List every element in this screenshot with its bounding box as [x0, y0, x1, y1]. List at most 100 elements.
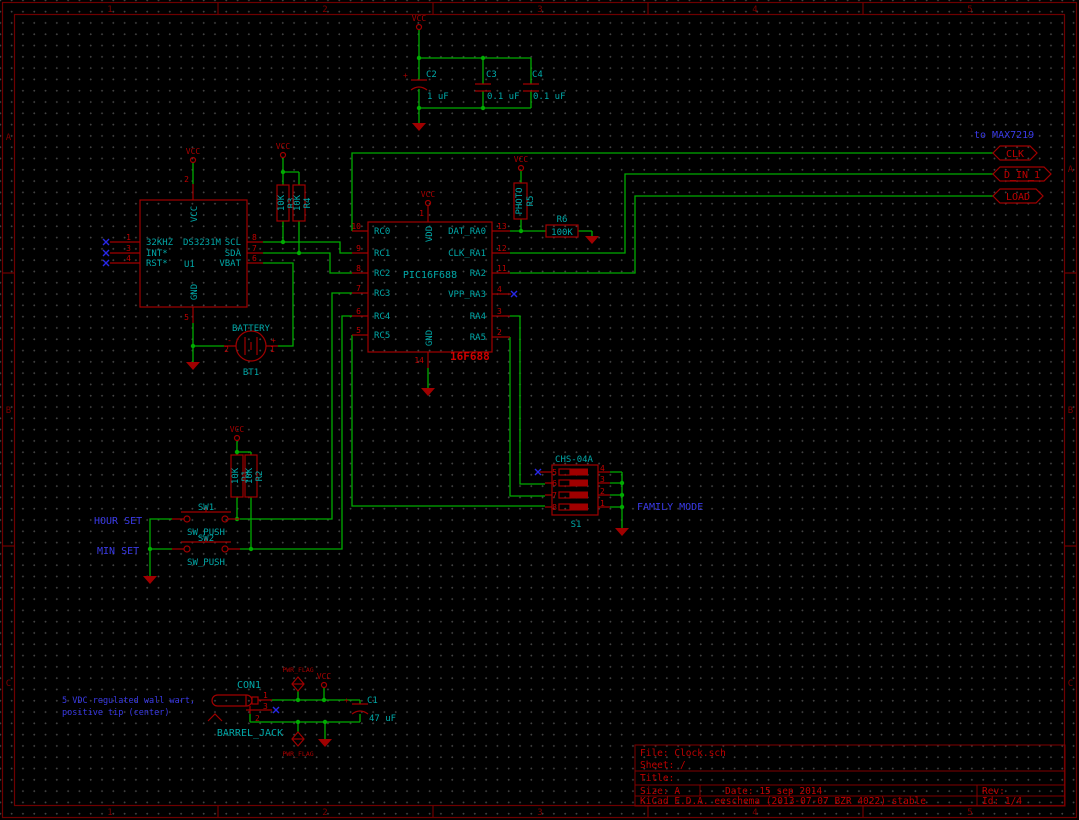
capacitor-c4[interactable]: C4 0.1 uF	[523, 70, 566, 102]
value: 10K	[245, 467, 255, 484]
resistor-r2[interactable]: 10K R2	[244, 454, 265, 498]
frame-col-label: 3	[537, 5, 542, 15]
pin-number: 3	[126, 244, 131, 253]
frame-col-label: 4	[752, 808, 757, 818]
resistor-r4[interactable]: 10K R4	[292, 184, 313, 222]
global-label-load[interactable]: LOAD	[992, 188, 1044, 204]
ref: C1	[367, 696, 378, 706]
pin-name: RC3	[374, 289, 390, 299]
annotation-min-set[interactable]: MIN SET	[97, 546, 139, 557]
value: 47 uF	[369, 714, 396, 724]
ic-u1-ds3231m[interactable]: 1 3 4 2 5 8 7 6 32KHZ INT* RST* SCL SDA …	[110, 175, 263, 323]
wire-switch-gnd[interactable]	[149, 518, 172, 576]
vcc-symbol[interactable]: VCC	[412, 14, 427, 31]
frame-row-label: B	[6, 406, 11, 416]
pwr-flag-symbol[interactable]: PWR_FLAG	[282, 666, 314, 692]
ref: CON1	[237, 680, 261, 691]
value: SW_PUSH	[187, 558, 225, 568]
pin-name: GND	[425, 330, 435, 346]
dip-switch-sliders[interactable]	[558, 468, 588, 511]
wire-clk-net[interactable]	[351, 152, 993, 231]
schematic-canvas[interactable]: 1 2 3 4 5 1 2 3 4 5 A B C A B C File: Cl…	[0, 0, 1079, 820]
vcc-label: VCC	[186, 147, 201, 156]
pin-name: RST*	[146, 259, 168, 269]
title-block-sheet: Sheet: /	[640, 760, 686, 771]
vcc-symbol[interactable]: VCC	[317, 672, 332, 689]
value: 10K	[231, 467, 241, 484]
value: 10K	[293, 194, 303, 211]
pin-name: CLK_RA1	[448, 249, 486, 259]
ref: BT1	[243, 368, 259, 378]
capacitor-c2[interactable]: + C2 1 uF	[403, 70, 449, 102]
capacitor-c3[interactable]: C3 0.1 uF	[475, 70, 520, 102]
wire-ra5-dip[interactable]	[509, 337, 545, 497]
pin-number: 6	[552, 479, 557, 488]
frame-col-label: 4	[752, 5, 757, 15]
component-value-alt: 16F688	[450, 350, 490, 363]
ic-u2-pic16f688[interactable]: 10 9 8 7 6 5 13 12 11 4 3 2 1 14 RC0 RC1…	[351, 206, 511, 368]
wire-switch-pullups[interactable]	[236, 441, 252, 549]
pin-name: VBAT	[219, 259, 241, 269]
vcc-label: VCC	[421, 190, 436, 199]
ref: R4	[303, 198, 313, 209]
wire-scl[interactable]	[263, 241, 352, 254]
title-block-id: Id: 1/4	[982, 796, 1022, 807]
pin-name: RA5	[470, 333, 486, 343]
pin-number: 1	[126, 233, 131, 242]
ref: SW2	[198, 534, 214, 544]
pin-name: VPP_RA3	[448, 290, 486, 300]
wire-rc5-dip[interactable]	[351, 335, 545, 507]
pin-number: 2	[497, 328, 502, 337]
dip-switch-s1[interactable]: 5 6 7 8 4 3 2 1 CHS-04A S1	[540, 455, 610, 530]
global-label-d-in-1[interactable]: D_IN_1	[992, 166, 1052, 182]
wire-load-net[interactable]	[510, 195, 993, 274]
global-label-clk[interactable]: CLK	[992, 145, 1038, 161]
vcc-symbol[interactable]: VCC	[186, 147, 201, 164]
wire-ra4-dip[interactable]	[510, 315, 545, 485]
pin-number: 5	[184, 313, 189, 322]
ref: R6	[557, 215, 568, 225]
ref: S1	[571, 520, 582, 530]
annotation-hour-set[interactable]: HOUR SET	[94, 516, 142, 527]
wire-dip-gnd[interactable]	[610, 471, 623, 528]
connector-con1-barrel-jack[interactable]: 1 3 2 CON1 BARREL_JACK	[207, 680, 283, 739]
pwr-flag-symbol[interactable]: PWR_FLAG	[282, 731, 314, 758]
pin-name: RC5	[374, 331, 390, 341]
resistor-r5-photo[interactable]: PHOTO R5	[513, 182, 536, 220]
net-label: D_IN_1	[1004, 170, 1040, 181]
resistor-r6[interactable]: R6 100K	[545, 215, 579, 238]
pin-number: 7	[552, 491, 557, 500]
switch-sw2[interactable]: SW2 SW_PUSH	[172, 534, 240, 568]
vcc-label: VCC	[276, 142, 291, 151]
plus-mark: +	[271, 336, 276, 345]
switch-sw1[interactable]: SW1 SW_PUSH	[172, 503, 240, 538]
annotation-family-mode[interactable]: FAMILY MODE	[637, 502, 703, 513]
plus-mark: +	[344, 696, 349, 705]
annotation-psu-line2[interactable]: positive tip (center)	[62, 708, 169, 718]
vcc-symbol[interactable]: VCC	[230, 425, 245, 442]
annotation-to-max7219[interactable]: to MAX7219	[974, 130, 1034, 141]
frame-row-label: B	[1068, 406, 1073, 416]
net-label: CLK	[1006, 149, 1024, 160]
pin-number: 13	[497, 222, 507, 231]
wires[interactable]	[149, 30, 993, 739]
pin-number: 1	[600, 499, 605, 508]
ref: R5	[526, 196, 536, 207]
pin-number: 2	[600, 487, 605, 496]
vcc-symbol[interactable]: VCC	[514, 155, 529, 172]
value: 0.1 uF	[533, 92, 566, 102]
pin-number: 2	[184, 175, 189, 184]
battery-bt1[interactable]: - 2 + 1 BATTERY BT1	[224, 324, 278, 378]
pin-number: 8	[356, 264, 361, 273]
wire-din-net[interactable]	[510, 173, 993, 254]
vcc-label: VCC	[230, 425, 245, 434]
title-block-file: File: Clock.sch	[640, 748, 726, 759]
pin-number: 4	[600, 464, 605, 473]
frame-col-label: 2	[322, 5, 327, 15]
value: CHS-04A	[555, 455, 594, 465]
annotation-psu-line1[interactable]: 5 VDC regulated wall wart,	[62, 696, 195, 706]
pin-name: 32KHZ	[146, 238, 174, 248]
vcc-symbol[interactable]: VCC	[276, 142, 291, 159]
vcc-symbol[interactable]: VCC	[421, 190, 436, 207]
net-label: LOAD	[1006, 192, 1030, 203]
